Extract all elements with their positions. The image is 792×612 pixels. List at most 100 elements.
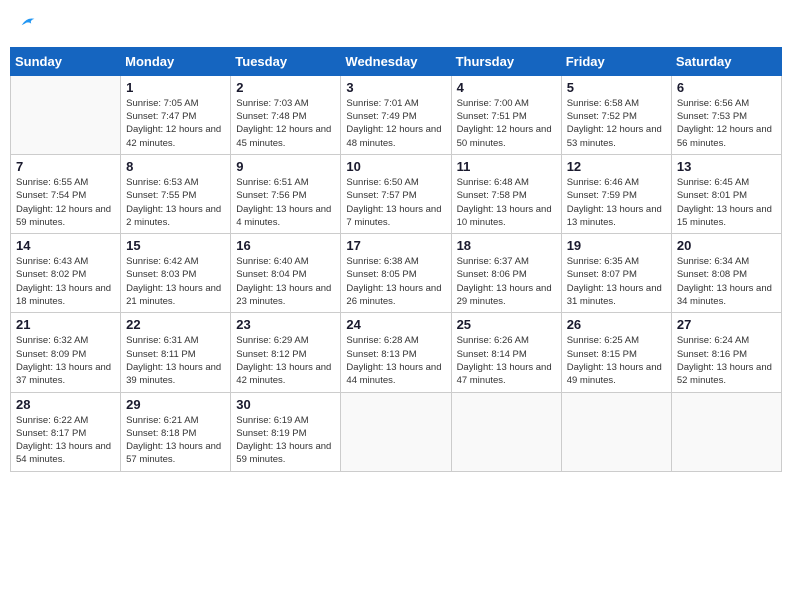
calendar-cell: 18 Sunrise: 6:37 AMSunset: 8:06 PMDayligh… [451,234,561,313]
sunrise-text: Sunrise: 7:01 AM [346,97,445,110]
day-number: 15 [126,238,225,253]
day-info: Sunrise: 6:34 AMSunset: 8:08 PMDaylight:… [677,255,776,308]
calendar-cell: 1 Sunrise: 7:05 AMSunset: 7:47 PMDaylight… [121,75,231,154]
daylight-text: Daylight: 13 hours and 23 minutes. [236,282,335,309]
daylight-text: Daylight: 12 hours and 48 minutes. [346,123,445,150]
calendar-cell: 7Sunrise: 6:55 AMSunset: 7:54 PMDaylight… [11,154,121,233]
daylight-text: Daylight: 13 hours and 44 minutes. [346,361,445,388]
daylight-text: Daylight: 13 hours and 54 minutes. [16,440,115,467]
calendar-cell: 2Sunrise: 7:03 AMSunset: 7:48 PMDaylight… [231,75,341,154]
sunset-text: Sunset: 8:06 PM [457,268,556,281]
calendar-cell: 20Sunrise: 6:34 AMSunset: 8:08 PMDayligh… [671,234,781,313]
sunset-text: Sunset: 8:05 PM [346,268,445,281]
day-info: Sunrise: 6:37 AMSunset: 8:06 PMDaylight:… [457,255,556,308]
sunrise-text: Sunrise: 7:00 AM [457,97,556,110]
daylight-text: Daylight: 13 hours and 34 minutes. [677,282,776,309]
calendar-week-row: 28Sunrise: 6:22 AMSunset: 8:17 PMDayligh… [11,392,782,471]
daylight-text: Daylight: 13 hours and 26 minutes. [346,282,445,309]
calendar-cell: 15 Sunrise: 6:42 AMSunset: 8:03 PMDayligh… [121,234,231,313]
day-number: 6 [677,80,776,95]
daylight-text: Daylight: 12 hours and 56 minutes. [677,123,776,150]
calendar-cell: 19Sunrise: 6:35 AMSunset: 8:07 PMDayligh… [561,234,671,313]
sunset-text: Sunset: 8:13 PM [346,348,445,361]
sunset-text: Sunset: 8:12 PM [236,348,335,361]
sunrise-text: Sunrise: 6:58 AM [567,97,666,110]
sunrise-text: Sunrise: 6:26 AM [457,334,556,347]
day-number: 13 [677,159,776,174]
daylight-text: Daylight: 13 hours and 10 minutes. [457,203,556,230]
day-info: Sunrise: 6:19 AMSunset: 8:19 PMDaylight:… [236,414,335,467]
calendar-cell: 24 Sunrise: 6:28 AMSunset: 8:13 PMDayligh… [341,313,451,392]
day-number: 22 [126,317,225,332]
day-number: 26 [567,317,666,332]
day-number: 18 [457,238,556,253]
day-info: Sunrise: 6:22 AMSunset: 8:17 PMDaylight:… [16,414,115,467]
sunset-text: Sunset: 7:51 PM [457,110,556,123]
calendar-cell: 16Sunrise: 6:40 AMSunset: 8:04 PMDayligh… [231,234,341,313]
day-info: Sunrise: 7:05 AMSunset: 7:47 PMDaylight:… [126,97,225,150]
sunset-text: Sunset: 8:01 PM [677,189,776,202]
sunset-text: Sunset: 8:08 PM [677,268,776,281]
logo-bird-icon [20,14,36,30]
calendar-cell: 4Sunrise: 7:00 AMSunset: 7:51 PMDaylight… [451,75,561,154]
sunset-text: Sunset: 8:16 PM [677,348,776,361]
day-number: 4 [457,80,556,95]
calendar-cell: 29Sunrise: 6:21 AMSunset: 8:18 PMDayligh… [121,392,231,471]
day-number: 9 [236,159,335,174]
daylight-text: Daylight: 13 hours and 21 minutes. [126,282,225,309]
daylight-text: Daylight: 13 hours and 13 minutes. [567,203,666,230]
daylight-text: Daylight: 13 hours and 57 minutes. [126,440,225,467]
calendar-cell: 8Sunrise: 6:53 AMSunset: 7:55 PMDaylight… [121,154,231,233]
weekday-header-sunday: Sunday [11,47,121,75]
sunset-text: Sunset: 7:57 PM [346,189,445,202]
weekday-header-friday: Friday [561,47,671,75]
sunrise-text: Sunrise: 6:35 AM [567,255,666,268]
sunset-text: Sunset: 7:56 PM [236,189,335,202]
day-number: 23 [236,317,335,332]
day-info: Sunrise: 6:26 AMSunset: 8:14 PMDaylight:… [457,334,556,387]
sunrise-text: Sunrise: 6:50 AM [346,176,445,189]
sunrise-text: Sunrise: 6:19 AM [236,414,335,427]
sunset-text: Sunset: 8:04 PM [236,268,335,281]
daylight-text: Daylight: 13 hours and 42 minutes. [236,361,335,388]
sunrise-text: Sunrise: 6:38 AM [346,255,445,268]
sunrise-text: Sunrise: 6:22 AM [16,414,115,427]
day-info: Sunrise: 6:56 AMSunset: 7:53 PMDaylight:… [677,97,776,150]
day-number: 1 [126,80,225,95]
day-info: Sunrise: 7:03 AMSunset: 7:48 PMDaylight:… [236,97,335,150]
weekday-header-thursday: Thursday [451,47,561,75]
sunrise-text: Sunrise: 6:42 AM [126,255,225,268]
sunset-text: Sunset: 8:03 PM [126,268,225,281]
sunrise-text: Sunrise: 6:29 AM [236,334,335,347]
day-number: 7 [16,159,115,174]
daylight-text: Daylight: 13 hours and 47 minutes. [457,361,556,388]
day-number: 12 [567,159,666,174]
logo [18,14,36,35]
sunrise-text: Sunrise: 6:40 AM [236,255,335,268]
calendar-cell [341,392,451,471]
sunset-text: Sunset: 7:48 PM [236,110,335,123]
sunset-text: Sunset: 8:17 PM [16,427,115,440]
day-number: 27 [677,317,776,332]
sunrise-text: Sunrise: 6:28 AM [346,334,445,347]
day-number: 21 [16,317,115,332]
daylight-text: Daylight: 13 hours and 7 minutes. [346,203,445,230]
day-number: 24 [346,317,445,332]
daylight-text: Daylight: 13 hours and 4 minutes. [236,203,335,230]
day-number: 19 [567,238,666,253]
calendar-cell: 14Sunrise: 6:43 AMSunset: 8:02 PMDayligh… [11,234,121,313]
sunrise-text: Sunrise: 7:05 AM [126,97,225,110]
sunset-text: Sunset: 8:19 PM [236,427,335,440]
weekday-header-tuesday: Tuesday [231,47,341,75]
sunrise-text: Sunrise: 6:48 AM [457,176,556,189]
day-number: 3 [346,80,445,95]
calendar-cell: 28Sunrise: 6:22 AMSunset: 8:17 PMDayligh… [11,392,121,471]
sunset-text: Sunset: 8:07 PM [567,268,666,281]
calendar-cell [561,392,671,471]
daylight-text: Daylight: 12 hours and 42 minutes. [126,123,225,150]
day-info: Sunrise: 6:43 AMSunset: 8:02 PMDaylight:… [16,255,115,308]
day-info: Sunrise: 6:45 AMSunset: 8:01 PMDaylight:… [677,176,776,229]
calendar-cell [451,392,561,471]
sunrise-text: Sunrise: 6:34 AM [677,255,776,268]
daylight-text: Daylight: 13 hours and 49 minutes. [567,361,666,388]
